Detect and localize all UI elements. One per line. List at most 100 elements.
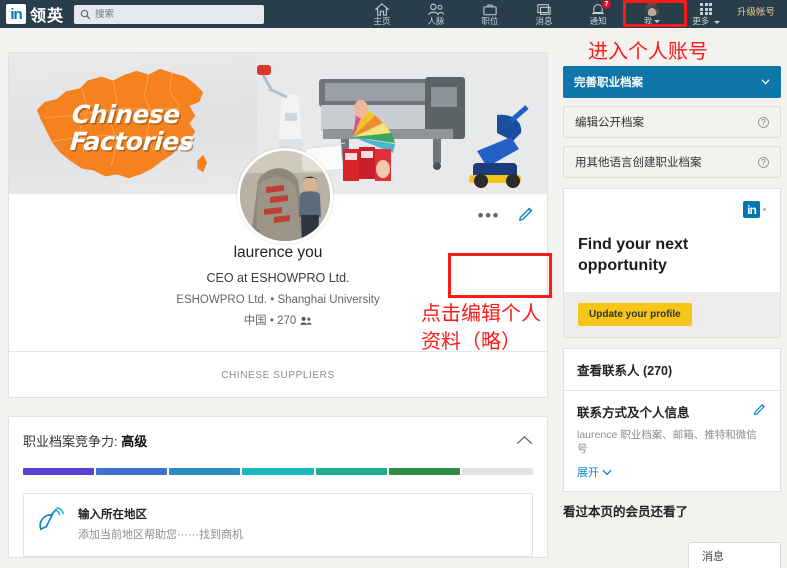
- page-body: 进入个人账号 Chinese Factories ••• laurence yo…: [0, 28, 787, 568]
- annotation-edit-line1: 点击编辑个人: [421, 303, 541, 325]
- message-button[interactable]: 消息: [688, 542, 781, 568]
- cover-title-line2: Factories: [69, 127, 195, 156]
- strength-segment-6: [388, 468, 460, 475]
- strength-segment-4: [242, 468, 314, 475]
- brand-name-chinese: 领英: [30, 8, 65, 25]
- connections-label: 查看联系人 (270): [577, 364, 673, 378]
- strength-segment-1: [23, 468, 95, 475]
- nav-label-messaging: 消息: [535, 16, 553, 26]
- avatar-icon: [645, 2, 659, 16]
- edit-public-profile-button[interactable]: 编辑公开档案 ?: [563, 106, 781, 138]
- edit-public-profile-label: 编辑公开档案: [575, 117, 644, 129]
- grid-icon: [700, 2, 712, 16]
- suggestion-title: 输入所在地区: [78, 509, 147, 521]
- expand-contact-link[interactable]: 展开: [577, 464, 767, 480]
- chevron-down-icon-expand: [602, 469, 612, 475]
- complete-profile-label: 完善职业档案: [574, 77, 643, 89]
- ad-logo-row: in: [578, 201, 766, 218]
- profile-actions: •••: [478, 205, 535, 227]
- upgrade-account-link[interactable]: 升级帐号: [737, 4, 775, 18]
- cover-title-line1: Chinese: [70, 100, 181, 129]
- radar-dish-icon: [39, 507, 64, 531]
- strength-segment-2: [96, 468, 168, 475]
- contact-info-subtitle: laurence 职业档案、邮箱、推特和微信号: [577, 429, 757, 455]
- profile-headline: CEO at ESHOWPRO Ltd.: [206, 271, 350, 285]
- nav-item-more[interactable]: 更多: [679, 0, 733, 28]
- more-options-icon[interactable]: •••: [478, 207, 500, 224]
- strength-label: 职业档案竞争力:: [23, 434, 118, 449]
- nav-label-jobs: 职位: [481, 16, 499, 26]
- message-icon: [537, 2, 551, 16]
- strength-level: 高级: [121, 434, 148, 449]
- nav-label-network: 人脉: [427, 16, 445, 26]
- linkedin-in-icon: in: [6, 4, 26, 24]
- sidebar: 完善职业档案 编辑公开档案 ? 用其他语言创建职业档案 ? in Find yo…: [563, 28, 781, 568]
- edit-contact-pencil-icon[interactable]: [753, 402, 767, 421]
- sidebar-info-section: 查看联系人 (270) 联系方式及个人信息 laurence 职业档案、邮箱、推…: [563, 348, 781, 492]
- connections-icon: [300, 316, 312, 325]
- ad-heading: Find your next opportunity: [578, 234, 766, 292]
- nav-label-notifications: 通知: [589, 16, 607, 26]
- edit-profile-pencil-icon[interactable]: [518, 205, 535, 227]
- chevron-down-icon-primary: [761, 76, 770, 88]
- home-icon: [375, 2, 389, 16]
- ad-footer: Update your profile: [564, 292, 780, 337]
- top-navigation-bar: in 领英 主页 人脉 职位: [0, 0, 787, 28]
- ad-top: in Find your next opportunity: [564, 189, 780, 292]
- profile-strength-bar: [23, 468, 533, 475]
- help-icon-edit-public[interactable]: ?: [758, 116, 769, 128]
- profile-strength-header: 职业档案竞争力: 高级: [23, 431, 533, 450]
- nav-item-notifications[interactable]: 7 通知: [571, 0, 625, 28]
- search-icon: [80, 9, 91, 19]
- people-icon: [428, 2, 444, 16]
- collapse-chevron-up-icon[interactable]: [516, 433, 533, 448]
- create-profile-other-language-label: 用其他语言创建职业档案: [575, 157, 702, 169]
- promoted-ad-card[interactable]: in Find your next opportunity Update you…: [563, 188, 781, 338]
- nav-label-more-text: 更多: [692, 16, 710, 26]
- linkedin-logo[interactable]: in 领英: [6, 2, 64, 26]
- nav-label-home: 主页: [373, 16, 391, 26]
- complete-profile-button[interactable]: 完善职业档案: [563, 66, 781, 98]
- sidebar-primary-wrap: 完善职业档案 编辑公开档案 ? 用其他语言创建职业档案 ? in Find yo…: [563, 66, 781, 520]
- profile-strength-title: 职业档案竞争力: 高级: [23, 431, 147, 450]
- profile-suggestion-item[interactable]: 输入所在地区 添加当前地区帮助您······找到商机: [23, 493, 533, 557]
- company-band[interactable]: CHINESE SUPPLIERS: [9, 352, 547, 397]
- annotation-edit-line2: 资料（略）: [421, 331, 521, 353]
- chevron-down-icon-more: [713, 21, 720, 24]
- profile-name: laurence you: [233, 244, 323, 261]
- cover-title: Chinese Factories: [69, 100, 196, 156]
- help-icon-other-language[interactable]: ?: [758, 156, 769, 168]
- profile-location-text: 中国 • 270: [243, 315, 297, 327]
- search-input[interactable]: [95, 8, 246, 20]
- contact-info-row: 联系方式及个人信息 laurence 职业档案、邮箱、推特和微信号 展开: [564, 391, 780, 491]
- annotation-edit-profile: 点击编辑个人 资料（略）: [421, 300, 541, 356]
- expand-label: 展开: [577, 467, 599, 479]
- linkedin-logo-icon-ad: in: [743, 201, 760, 218]
- chevron-down-icon: [654, 19, 661, 23]
- ad-heading-line2: opportunity: [578, 257, 667, 274]
- ad-heading-line1: Find your next: [578, 236, 689, 253]
- strength-segment-5: [315, 468, 387, 475]
- search-box[interactable]: [74, 4, 265, 24]
- nav-item-home[interactable]: 主页: [355, 0, 409, 28]
- nav-label-me-text: 我: [643, 16, 653, 26]
- main-column: Chinese Factories ••• laurence you CEO a…: [8, 52, 552, 558]
- nav-item-network[interactable]: 人脉: [409, 0, 463, 28]
- update-your-profile-button[interactable]: Update your profile: [578, 303, 692, 326]
- notification-badge: 7: [601, 0, 612, 10]
- nav-item-jobs[interactable]: 职位: [463, 0, 517, 28]
- nav-label-more: 更多: [692, 16, 720, 26]
- nav-label-me: 我: [644, 16, 661, 26]
- contact-info-header: 联系方式及个人信息: [577, 402, 767, 421]
- nav-item-me[interactable]: 我: [625, 0, 679, 28]
- suggestion-subtitle: 添加当前地区帮助您······找到商机: [78, 529, 243, 541]
- strength-segment-3: [169, 468, 241, 475]
- contact-info-label: 联系方式及个人信息: [577, 406, 690, 420]
- briefcase-icon: [483, 2, 497, 16]
- profile-avatar[interactable]: [237, 148, 333, 244]
- create-profile-other-language-button[interactable]: 用其他语言创建职业档案 ?: [563, 146, 781, 178]
- connections-row[interactable]: 查看联系人 (270): [564, 349, 780, 390]
- nav-item-messaging[interactable]: 消息: [517, 0, 571, 28]
- ad-dot-icon: [763, 208, 766, 211]
- also-viewed-header: 看过本页的会员还看了: [563, 505, 689, 519]
